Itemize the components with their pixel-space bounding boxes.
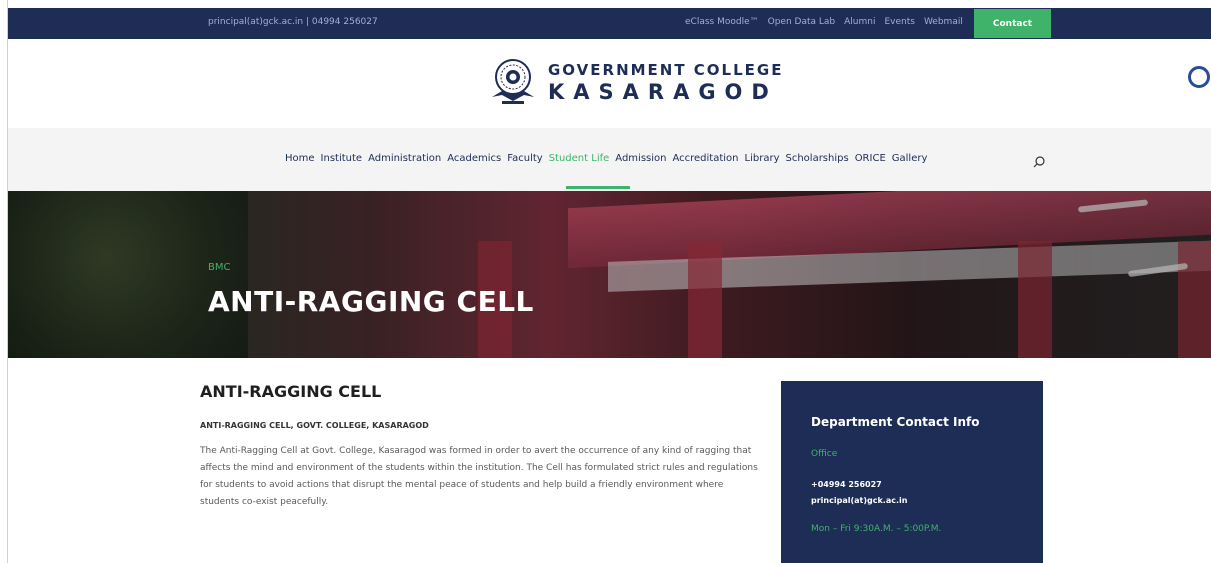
- partial-logo-circle-icon: [1188, 66, 1210, 88]
- contact-email: principal(at)gck.ac.in: [811, 496, 908, 505]
- breadcrumb[interactable]: BMC: [208, 262, 230, 273]
- nav-item-institute[interactable]: Institute: [321, 153, 363, 164]
- nav-item-student-life[interactable]: Student Life: [549, 153, 610, 164]
- top-contact-info: principal(at)gck.ac.in | 04994 256027: [208, 17, 378, 27]
- top-link-alumni[interactable]: Alumni: [844, 17, 875, 27]
- logo-line-2: KASARAGOD: [548, 79, 778, 104]
- nav-item-gallery[interactable]: Gallery: [892, 153, 928, 164]
- nav-item-home[interactable]: Home: [285, 153, 315, 164]
- nav-item-library[interactable]: Library: [745, 153, 780, 164]
- nav-item-admission[interactable]: Admission: [615, 153, 666, 164]
- top-link-eclass-moodle[interactable]: eClass Moodle™: [685, 17, 759, 27]
- top-link-events[interactable]: Events: [884, 17, 914, 27]
- window-frame-left: [0, 0, 8, 563]
- top-bar: principal(at)gck.ac.in | 04994 256027 eC…: [8, 8, 1211, 39]
- active-nav-underline: [566, 186, 630, 189]
- section-subheading: ANTI-RAGGING CELL, GOVT. COLLEGE, KASARA…: [200, 421, 429, 430]
- logo-line-1: GOVERNMENT COLLEGE: [548, 60, 784, 79]
- section-heading: ANTI-RAGGING CELL: [200, 382, 382, 401]
- nav-item-orice[interactable]: ORICE: [855, 153, 886, 164]
- department-contact-card: Department Contact Info Office +04994 25…: [781, 381, 1043, 563]
- nav-item-scholarships[interactable]: Scholarships: [785, 153, 848, 164]
- nav-item-faculty[interactable]: Faculty: [507, 153, 542, 164]
- contact-button[interactable]: Contact: [974, 9, 1051, 38]
- contact-card-title: Department Contact Info: [811, 415, 980, 429]
- nav-item-administration[interactable]: Administration: [368, 153, 441, 164]
- nav-item-academics[interactable]: Academics: [447, 153, 501, 164]
- hero-overlay: [8, 191, 1211, 358]
- main-content: ANTI-RAGGING CELL ANTI-RAGGING CELL, GOV…: [200, 382, 760, 511]
- top-links: eClass Moodle™ Open Data Lab Alumni Even…: [685, 17, 963, 27]
- section-paragraph: The Anti-Ragging Cell at Govt. College, …: [200, 446, 758, 507]
- site-logo[interactable]: GOVERNMENT COLLEGE KASARAGOD: [488, 55, 783, 109]
- window-frame-top: [0, 0, 1211, 8]
- top-link-webmail[interactable]: Webmail: [924, 17, 963, 27]
- site-header: GOVERNMENT COLLEGE KASARAGOD: [8, 39, 1211, 128]
- nav-item-accreditation[interactable]: Accreditation: [672, 153, 738, 164]
- contact-hours: Mon – Fri 9:30A.M. – 5:00P.M.: [811, 524, 942, 534]
- main-navigation: Home Institute Administration Academics …: [8, 128, 1211, 191]
- page-title: ANTI-RAGGING CELL: [208, 285, 534, 318]
- contact-office-label: Office: [811, 449, 838, 459]
- search-icon[interactable]: [1032, 154, 1046, 168]
- hero-banner: BMC ANTI-RAGGING CELL: [8, 191, 1211, 358]
- top-link-open-data-lab[interactable]: Open Data Lab: [768, 17, 836, 27]
- contact-phone: +04994 256027: [811, 480, 882, 489]
- college-seal-icon: [488, 55, 538, 109]
